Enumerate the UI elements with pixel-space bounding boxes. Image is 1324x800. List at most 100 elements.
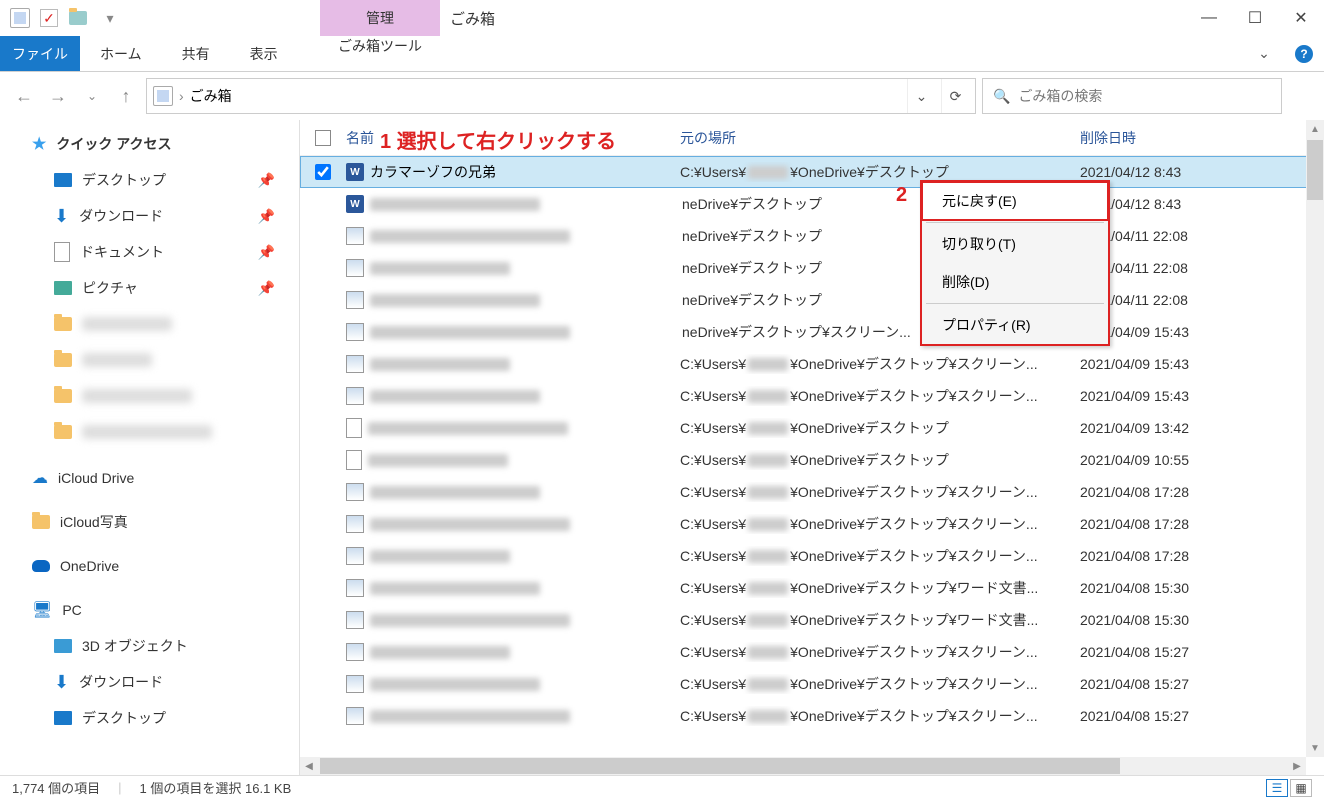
nav-tree[interactable]: ★クイック アクセス デスクトップ📌 ⬇ダウンロード📌 ドキュメント📌 ピクチャ… (0, 120, 300, 775)
sidebar-desktop[interactable]: デスクトップ📌 (0, 162, 299, 198)
sidebar-folder-blurred[interactable] (0, 378, 299, 414)
file-row[interactable]: C:¥Users¥¥OneDrive¥デスクトップ¥ワード文書... 2021/… (300, 604, 1324, 636)
file-row[interactable]: C:¥Users¥¥OneDrive¥デスクトップ¥スクリーン... 2021/… (300, 540, 1324, 572)
sidebar-quick-access[interactable]: ★クイック アクセス (0, 126, 299, 162)
cell-name (346, 418, 680, 438)
context-delete[interactable]: 削除(D) (922, 263, 1108, 301)
image-icon (346, 675, 364, 693)
recent-dropdown-icon[interactable]: ⌄ (78, 82, 106, 110)
file-row[interactable]: C:¥Users¥¥OneDrive¥デスクトップ¥ワード文書... 2021/… (300, 572, 1324, 604)
search-box[interactable]: 🔍 ごみ箱の検索 (982, 78, 1282, 114)
file-row[interactable]: Wカラマーゾフの兄弟 C:¥Users¥¥OneDrive¥デスクトップ 202… (300, 156, 1324, 188)
file-row[interactable]: W neDrive¥デスクトップ 2021/04/12 8:43 (300, 188, 1324, 220)
word-icon: W (346, 195, 364, 213)
file-row[interactable]: C:¥Users¥¥OneDrive¥デスクトップ¥スクリーン... 2021/… (300, 636, 1324, 668)
maximize-button[interactable]: ☐ (1232, 0, 1278, 36)
scroll-right-icon[interactable]: ▶ (1288, 761, 1306, 772)
sidebar-documents[interactable]: ドキュメント📌 (0, 234, 299, 270)
sidebar-icloud-drive[interactable]: ☁iCloud Drive (0, 460, 299, 496)
scrollbar-horizontal[interactable]: ◀ ▶ (300, 757, 1306, 775)
sidebar-downloads-pc[interactable]: ⬇ダウンロード (0, 664, 299, 700)
desktop-icon (54, 711, 72, 725)
file-row[interactable]: C:¥Users¥¥OneDrive¥デスクトップ¥スクリーン... 2021/… (300, 508, 1324, 540)
tab-share[interactable]: 共有 (162, 36, 230, 71)
scroll-down-icon[interactable]: ▼ (1306, 739, 1324, 757)
address-dropdown-icon[interactable]: ⌄ (907, 79, 935, 113)
close-button[interactable]: ✕ (1278, 0, 1324, 36)
tab-view[interactable]: 表示 (230, 36, 298, 71)
image-icon (346, 387, 364, 405)
status-selected: 1 個の項目を選択 16.1 KB (140, 778, 292, 797)
cell-name (346, 579, 680, 597)
file-row[interactable]: C:¥Users¥¥OneDrive¥デスクトップ¥スクリーン... 2021/… (300, 476, 1324, 508)
view-details-button[interactable]: ☰ (1266, 779, 1288, 797)
file-row[interactable]: neDrive¥デスクトップ 2021/04/11 22:08 (300, 284, 1324, 316)
file-row[interactable]: C:¥Users¥¥OneDrive¥デスクトップ¥スクリーン... 2021/… (300, 700, 1324, 732)
scroll-left-icon[interactable]: ◀ (300, 761, 318, 772)
row-checkbox[interactable] (300, 164, 346, 180)
scroll-thumb[interactable] (320, 758, 1120, 774)
sidebar-folder-blurred[interactable] (0, 342, 299, 378)
file-list[interactable]: Wカラマーゾフの兄弟 C:¥Users¥¥OneDrive¥デスクトップ 202… (300, 156, 1324, 732)
select-all-checkbox[interactable] (300, 130, 346, 146)
scroll-up-icon[interactable]: ▲ (1306, 120, 1324, 138)
file-list-pane: 名前 元の場所 削除日時 1 選択して右クリックする Wカラマーゾフの兄弟 C:… (300, 120, 1324, 775)
titlebar: ✓ ▾ 管理 ごみ箱 — ☐ ✕ (0, 0, 1324, 36)
scroll-thumb[interactable] (1307, 140, 1323, 200)
col-deleted[interactable]: 削除日時 (1080, 128, 1324, 148)
minimize-button[interactable]: — (1186, 0, 1232, 36)
col-location[interactable]: 元の場所 (680, 128, 1080, 148)
image-icon (346, 227, 364, 245)
qat-folder-icon[interactable] (66, 6, 90, 30)
sidebar-icloud-photos[interactable]: iCloud写真 (0, 504, 299, 540)
context-cut[interactable]: 切り取り(T) (922, 225, 1108, 263)
pin-icon: 📌 (258, 244, 275, 261)
cell-location: C:¥Users¥¥OneDrive¥デスクトップ¥スクリーン... (680, 674, 1080, 694)
breadcrumb-current[interactable]: ごみ箱 (190, 86, 901, 106)
sidebar-pc[interactable]: 🖥PC (0, 592, 299, 628)
qat-dropdown-icon[interactable]: ▾ (98, 6, 122, 30)
view-thumbnails-button[interactable]: ▦ (1290, 779, 1312, 797)
image-icon (346, 579, 364, 597)
cell-date: 2021/04/12 8:43 (1080, 164, 1324, 180)
file-row[interactable]: C:¥Users¥¥OneDrive¥デスクトップ 2021/04/09 13:… (300, 412, 1324, 444)
up-button[interactable]: ↑ (112, 82, 140, 110)
file-row[interactable]: C:¥Users¥¥OneDrive¥デスクトップ 2021/04/09 10:… (300, 444, 1324, 476)
sidebar-folder-blurred[interactable] (0, 414, 299, 450)
file-row[interactable]: neDrive¥デスクトップ¥スクリーン... 2021/04/09 15:43 (300, 316, 1324, 348)
qat-checkbox-icon[interactable]: ✓ (40, 9, 58, 27)
file-row[interactable]: C:¥Users¥¥OneDrive¥デスクトップ¥スクリーン... 2021/… (300, 348, 1324, 380)
scrollbar-vertical[interactable]: ▲ ▼ (1306, 120, 1324, 757)
file-row[interactable]: C:¥Users¥¥OneDrive¥デスクトップ¥スクリーン... 2021/… (300, 668, 1324, 700)
cell-location: C:¥Users¥¥OneDrive¥デスクトップ¥スクリーン... (680, 354, 1080, 374)
cell-date: 2021/04/11 22:08 (1080, 292, 1324, 308)
file-row[interactable]: C:¥Users¥¥OneDrive¥デスクトップ¥スクリーン... 2021/… (300, 380, 1324, 412)
tab-recycle-tools[interactable]: ごみ箱ツール (320, 36, 440, 56)
sidebar-folder-blurred[interactable] (0, 306, 299, 342)
back-button[interactable]: ← (10, 82, 38, 110)
tab-file[interactable]: ファイル (0, 36, 80, 71)
window-controls: — ☐ ✕ (1186, 0, 1324, 36)
sidebar-pictures[interactable]: ピクチャ📌 (0, 270, 299, 306)
file-name-blurred (370, 582, 540, 595)
help-button[interactable]: ? (1284, 36, 1324, 71)
file-row[interactable]: neDrive¥デスクトップ 2021/04/11 22:08 (300, 220, 1324, 252)
context-restore[interactable]: 元に戻す(E) (922, 182, 1108, 220)
sidebar-desktop-pc[interactable]: デスクトップ (0, 700, 299, 736)
sidebar-downloads[interactable]: ⬇ダウンロード📌 (0, 198, 299, 234)
ribbon-collapse-icon[interactable]: ⌄ (1244, 36, 1284, 71)
tab-home[interactable]: ホーム (80, 36, 162, 71)
desktop-icon (54, 173, 72, 187)
cell-location: C:¥Users¥¥OneDrive¥デスクトップ (680, 450, 1080, 470)
onedrive-icon (32, 560, 50, 572)
image-icon (346, 323, 364, 341)
address-bar[interactable]: › ごみ箱 ⌄ ⟳ (146, 78, 976, 114)
refresh-button[interactable]: ⟳ (941, 79, 969, 113)
image-icon (346, 355, 364, 373)
file-row[interactable]: neDrive¥デスクトップ 2021/04/11 22:08 (300, 252, 1324, 284)
sidebar-3d-objects[interactable]: 3D オブジェクト (0, 628, 299, 664)
cell-date: 2021/04/08 15:30 (1080, 612, 1324, 628)
sidebar-onedrive[interactable]: OneDrive (0, 548, 299, 584)
context-properties[interactable]: プロパティ(R) (922, 306, 1108, 344)
forward-button[interactable]: → (44, 82, 72, 110)
